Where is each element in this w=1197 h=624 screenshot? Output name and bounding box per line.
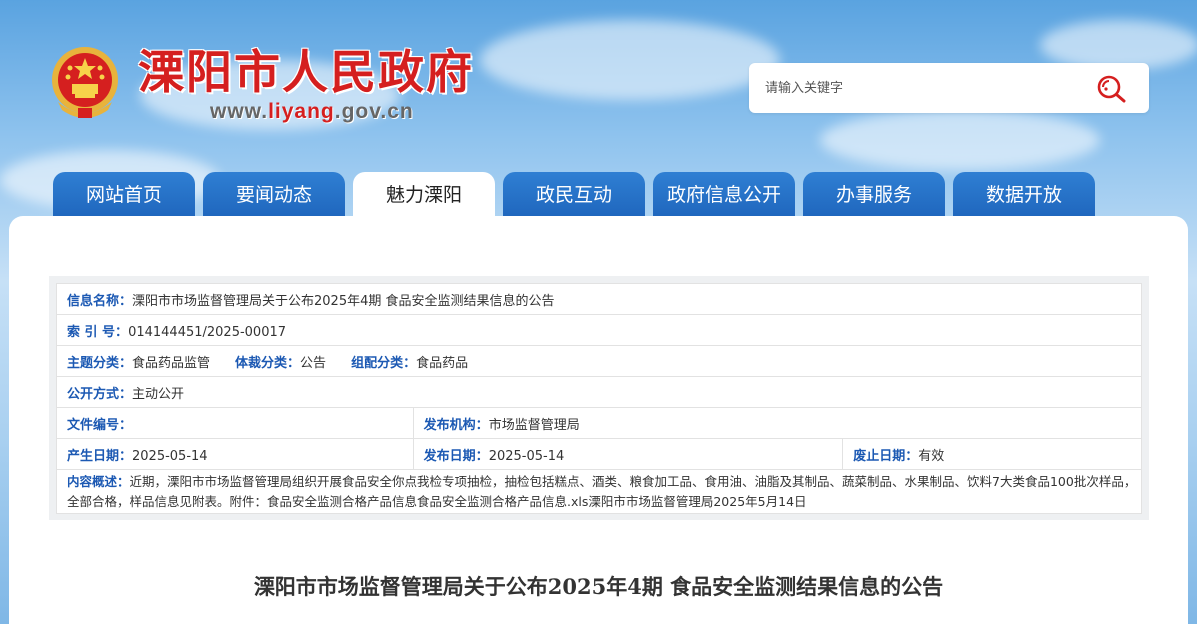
nav-tab-info-disclosure[interactable]: 政府信息公开 — [653, 172, 795, 218]
info-label: 发布机构： — [423, 417, 489, 433]
nav-tab-home[interactable]: 网站首页 — [53, 172, 195, 218]
search-box — [749, 63, 1149, 113]
info-label: 文件编号： — [67, 417, 133, 433]
search-icon — [1097, 75, 1126, 103]
info-label: 产生日期： — [67, 448, 133, 464]
info-value: 近期，溧阳市市场监督管理局组织开展食品安全你点我检专项抽检，抽检包括糕点、酒类、… — [67, 474, 1137, 509]
info-row-name: 信息名称：溧阳市市场监督管理局关于公布2025年4期 食品安全监测结果信息的公告 — [56, 283, 1142, 315]
info-value: 食品药品 — [416, 355, 469, 371]
nav-tab-services[interactable]: 办事服务 — [803, 172, 945, 218]
search-input[interactable] — [765, 76, 1085, 100]
info-value: 公告 — [300, 355, 327, 371]
main-nav: 网站首页 要闻动态 魅力溧阳 政民互动 政府信息公开 办事服务 数据开放 — [0, 172, 1197, 218]
info-value: 食品药品监管 — [132, 355, 211, 371]
site-url-highlight: liyang — [268, 100, 335, 123]
nav-tab-news[interactable]: 要闻动态 — [203, 172, 345, 218]
info-label: 废止日期： — [853, 448, 919, 464]
info-row-summary: 内容概述：近期，溧阳市市场监督管理局组织开展食品安全你点我检专项抽检，抽检包括糕… — [56, 469, 1142, 514]
info-label: 主题分类： — [67, 355, 133, 371]
info-label: 组配分类： — [351, 355, 417, 371]
national-emblem-icon — [48, 44, 122, 122]
article-title: 溧阳市市场监督管理局关于公布2025年4期 食品安全监测结果信息的公告 — [253, 574, 944, 599]
info-panel: 信息名称：溧阳市市场监督管理局关于公布2025年4期 食品安全监测结果信息的公告… — [49, 276, 1149, 520]
info-value: 溧阳市市场监督管理局关于公布2025年4期 食品安全监测结果信息的公告 — [132, 293, 555, 309]
info-row-classification: 主题分类：食品药品监管 体裁分类：公告 组配分类：食品药品 — [56, 345, 1142, 377]
site-url: www.liyang.gov.cn — [210, 100, 414, 124]
site-url-prefix: www. — [210, 100, 269, 123]
info-value: 2025-05-14 — [488, 448, 565, 464]
info-value: 市场监督管理局 — [488, 417, 580, 433]
site-title: 溧阳市人民政府 — [138, 45, 474, 99]
info-value: 主动公开 — [132, 386, 185, 402]
nav-tab-open-data[interactable]: 数据开放 — [953, 172, 1095, 218]
info-row-docno-org: 文件编号： 发布机构：市场监督管理局 — [56, 407, 1143, 439]
nav-tab-charm-liyang[interactable]: 魅力溧阳 — [353, 172, 495, 218]
info-value: 有效 — [918, 448, 945, 464]
info-value: 2025-05-14 — [132, 448, 208, 464]
info-label: 体裁分类： — [235, 355, 301, 371]
nav-tab-interaction[interactable]: 政民互动 — [503, 172, 645, 218]
site-header: 溧阳市人民政府 www.liyang.gov.cn — [0, 0, 1197, 170]
info-label: 信息名称： — [67, 293, 133, 309]
info-row-open-method: 公开方式：主动公开 — [56, 376, 1142, 408]
info-row-index: 索 引 号：014144451/2025-00017 — [56, 314, 1142, 346]
info-table: 信息名称：溧阳市市场监督管理局关于公布2025年4期 食品安全监测结果信息的公告… — [56, 283, 1143, 514]
search-button[interactable] — [1093, 72, 1129, 104]
info-label: 索 引 号： — [67, 324, 129, 340]
info-label: 发布日期： — [423, 448, 489, 464]
info-label: 内容概述： — [67, 474, 130, 489]
info-value: 014144451/2025-00017 — [128, 324, 287, 340]
info-label: 公开方式： — [67, 386, 133, 402]
site-url-suffix: .gov.cn — [334, 100, 414, 123]
info-row-dates: 产生日期：2025-05-14 发布日期：2025-05-14 废止日期：有效 — [56, 438, 1142, 470]
